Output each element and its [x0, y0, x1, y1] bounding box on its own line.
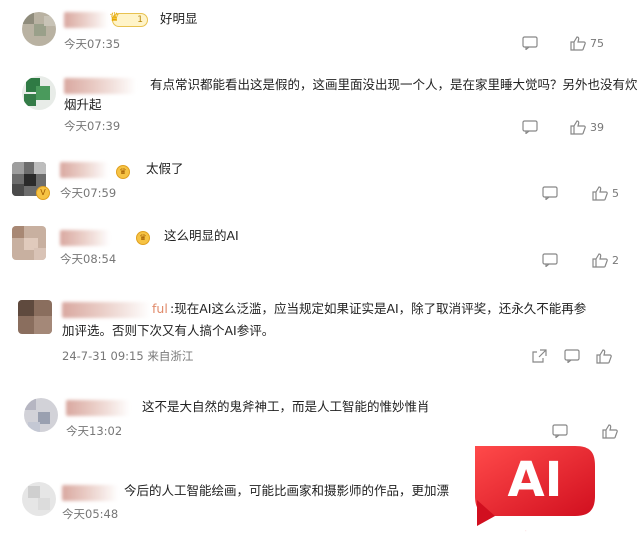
- watermark-caption: 视频贴吧: [512, 518, 590, 541]
- like-count: 39: [590, 121, 604, 134]
- comment-text: 好明显: [160, 11, 198, 26]
- avatar[interactable]: [24, 398, 58, 432]
- thumb-up-icon: [570, 36, 586, 51]
- avatar[interactable]: [12, 226, 46, 260]
- comment-text: 今后的人工智能绘画，可能比画家和摄影师的作品，更加漂: [124, 483, 450, 498]
- like-button[interactable]: 5: [592, 186, 619, 201]
- comment-icon: [564, 349, 580, 363]
- comment-time: 今天07:59: [60, 186, 117, 200]
- verified-badge: V: [36, 186, 50, 200]
- avatar[interactable]: [18, 300, 52, 334]
- comment-time: 24-7-31 09:15 来自浙江: [62, 349, 194, 363]
- like-count: 5: [612, 187, 619, 200]
- username-suffix[interactable]: ful: [152, 298, 168, 320]
- reply-button[interactable]: [522, 36, 538, 50]
- like-count: 2: [612, 254, 619, 267]
- member-badge: ♛: [136, 231, 150, 245]
- like-button[interactable]: 2: [592, 253, 619, 268]
- comment-text: 太假了: [146, 161, 184, 176]
- username[interactable]: [64, 12, 108, 28]
- like-button[interactable]: 39: [570, 120, 604, 135]
- thumb-up-icon: [602, 424, 618, 439]
- comment-icon: [552, 424, 568, 438]
- comment-time: 今天13:02: [66, 424, 123, 438]
- avatar[interactable]: [22, 76, 56, 110]
- reply-button[interactable]: [542, 253, 558, 267]
- comment-item: 有点常识都能看出这是假的，这画里面没出现一个人，是在家里睡大觉吗？另外也没有炊 …: [0, 62, 640, 152]
- username[interactable]: [64, 78, 136, 94]
- username[interactable]: [60, 162, 108, 178]
- like-button[interactable]: [596, 349, 612, 364]
- comment-time: 今天05:48: [62, 507, 119, 521]
- username[interactable]: [60, 230, 110, 246]
- watermark: AI 视频贴吧: [455, 440, 635, 541]
- comment-item: ♛ 1 好明显 今天07:35 75: [0, 0, 640, 62]
- comment-item: ful :现在AI这么泛滥，应当规定如果证实是AI，除了取消评奖，还永久不能再参…: [0, 284, 640, 384]
- comment-time: 今天08:54: [60, 252, 117, 266]
- username[interactable]: [66, 400, 130, 416]
- comment-text-continued: 加评选。否则下次又有人搞个AI参评。: [62, 323, 275, 338]
- username[interactable]: [62, 485, 118, 501]
- share-button[interactable]: [532, 349, 547, 363]
- like-button[interactable]: 75: [570, 36, 604, 51]
- comment-text: 这不是大自然的鬼斧神工，而是人工智能的惟妙惟肖: [142, 399, 430, 414]
- like-button[interactable]: [602, 424, 618, 439]
- thumb-up-icon: [592, 186, 608, 201]
- comment-icon: [522, 36, 538, 50]
- comment-item: ♛ 这么明显的AI 今天08:54 2: [0, 218, 640, 284]
- member-badge: ♛: [116, 165, 130, 179]
- reply-button[interactable]: [552, 424, 568, 438]
- comment-icon: [542, 253, 558, 267]
- comment-text: :现在AI这么泛滥，应当规定如果证实是AI，除了取消评奖，还永久不能再参: [170, 301, 587, 316]
- thumb-up-icon: [592, 253, 608, 268]
- thumb-up-icon: [570, 120, 586, 135]
- comment-time: 今天07:35: [64, 37, 121, 51]
- username[interactable]: [62, 302, 150, 318]
- avatar[interactable]: [22, 482, 56, 516]
- reply-button[interactable]: [564, 349, 580, 363]
- reply-button[interactable]: [542, 186, 558, 200]
- crown-icon: ♛: [109, 10, 120, 24]
- comment-text: 这么明显的AI: [164, 228, 239, 243]
- comment-icon: [542, 186, 558, 200]
- comment-time: 今天07:39: [64, 119, 121, 133]
- like-count: 75: [590, 37, 604, 50]
- comment-icon: [522, 120, 538, 134]
- reply-button[interactable]: [522, 120, 538, 134]
- avatar[interactable]: [22, 12, 56, 46]
- vip-badge: ♛ 1: [109, 10, 148, 27]
- watermark-logo-text: AI: [507, 452, 563, 508]
- comment-text-continued: 烟升起: [64, 97, 102, 112]
- comment-item: V ♛ 太假了 今天07:59 5: [0, 152, 640, 218]
- thumb-up-icon: [596, 349, 612, 364]
- comment-text: 有点常识都能看出这是假的，这画里面没出现一个人，是在家里睡大觉吗？另外也没有炊: [150, 77, 638, 92]
- share-icon: [532, 349, 547, 363]
